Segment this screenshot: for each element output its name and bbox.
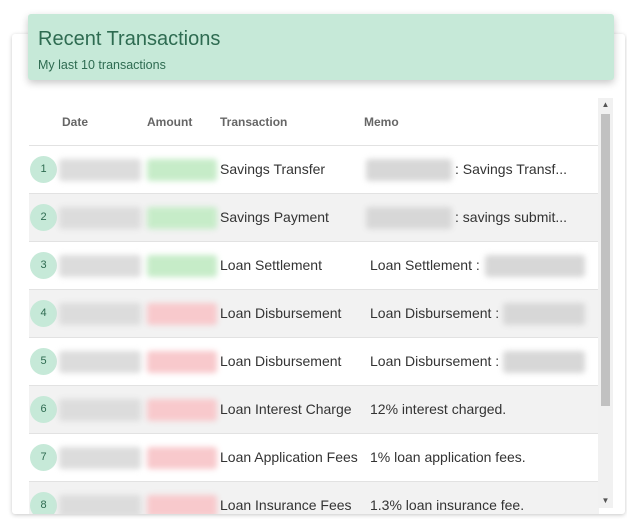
memo-cell: 12% interest charged. — [370, 401, 507, 417]
redacted-date — [59, 303, 141, 325]
memo-cell: Loan Disbursement : — [370, 305, 500, 321]
redacted-amount — [147, 159, 217, 181]
redacted-amount — [147, 447, 217, 469]
triangle-up-icon[interactable]: ▲ — [598, 98, 613, 112]
memo-cell: : Savings Transf... — [455, 161, 568, 177]
memo-cell: Loan Settlement : — [370, 257, 480, 273]
redacted-date — [59, 351, 141, 373]
redacted-amount — [147, 255, 217, 277]
redacted-memo — [366, 207, 452, 229]
table-header: Date Amount Transaction Memo — [29, 100, 599, 146]
page-title: Recent Transactions — [38, 28, 221, 50]
table-row[interactable]: 6 Loan Interest Charge 12% interest char… — [29, 386, 599, 434]
redacted-memo — [366, 159, 452, 181]
row-index-badge: 3 — [30, 252, 57, 279]
redacted-amount — [147, 351, 217, 373]
scrollbar-thumb[interactable] — [601, 114, 610, 406]
redacted-memo — [503, 351, 585, 373]
transaction-cell: Loan Insurance Fees — [220, 497, 352, 513]
memo-cell: 1% loan application fees. — [370, 449, 526, 465]
memo-cell: 1.3% loan insurance fee. — [370, 497, 525, 513]
redacted-date — [59, 207, 141, 229]
transaction-cell: Loan Interest Charge — [220, 401, 352, 417]
memo-cell: : savings submit... — [455, 209, 568, 225]
row-index-badge: 1 — [30, 156, 57, 183]
memo-cell: Loan Disbursement : — [370, 353, 500, 369]
redacted-date — [59, 495, 141, 514]
column-header-transaction[interactable]: Transaction — [220, 115, 287, 129]
page-subtitle: My last 10 transactions — [38, 58, 166, 72]
redacted-memo — [485, 255, 585, 277]
column-header-amount[interactable]: Amount — [147, 115, 192, 129]
row-index-badge: 5 — [30, 348, 57, 375]
transaction-cell: Savings Payment — [220, 209, 329, 225]
row-index-badge: 7 — [30, 444, 57, 471]
redacted-memo — [503, 303, 585, 325]
table-row[interactable]: 3 Loan Settlement Loan Settlement : — [29, 242, 599, 290]
table-row[interactable]: 5 Loan Disbursement Loan Disbursement : — [29, 338, 599, 386]
column-header-date[interactable]: Date — [62, 115, 88, 129]
transaction-cell: Savings Transfer — [220, 161, 326, 177]
triangle-down-icon[interactable]: ▼ — [598, 494, 613, 508]
table-row[interactable]: 8 Loan Insurance Fees 1.3% loan insuranc… — [29, 482, 599, 514]
row-index-badge: 2 — [30, 204, 57, 231]
row-index-badge: 6 — [30, 396, 57, 423]
column-header-memo[interactable]: Memo — [364, 115, 399, 129]
card-header: Recent Transactions My last 10 transacti… — [28, 14, 614, 80]
transaction-cell: Loan Settlement — [220, 257, 322, 273]
table-row[interactable]: 1 Savings Transfer : Savings Transf... — [29, 146, 599, 194]
row-index-badge: 4 — [30, 300, 57, 327]
transaction-cell: Loan Application Fees — [220, 449, 358, 465]
redacted-amount — [147, 495, 217, 514]
redacted-date — [59, 399, 141, 421]
table-row[interactable]: 4 Loan Disbursement Loan Disbursement : — [29, 290, 599, 338]
redacted-amount — [147, 303, 217, 325]
redacted-date — [59, 159, 141, 181]
row-index-badge: 8 — [30, 492, 57, 514]
redacted-date — [59, 255, 141, 277]
transaction-cell: Loan Disbursement — [220, 305, 342, 321]
redacted-amount — [147, 207, 217, 229]
redacted-amount — [147, 399, 217, 421]
vertical-scrollbar[interactable]: ▲ ▼ — [598, 98, 613, 508]
table-row[interactable]: 2 Savings Payment : savings submit... — [29, 194, 599, 242]
transaction-cell: Loan Disbursement — [220, 353, 342, 369]
transactions-table: Date Amount Transaction Memo 1 Savings T… — [29, 100, 599, 514]
redacted-date — [59, 447, 141, 469]
table-row[interactable]: 7 Loan Application Fees 1% loan applicat… — [29, 434, 599, 482]
